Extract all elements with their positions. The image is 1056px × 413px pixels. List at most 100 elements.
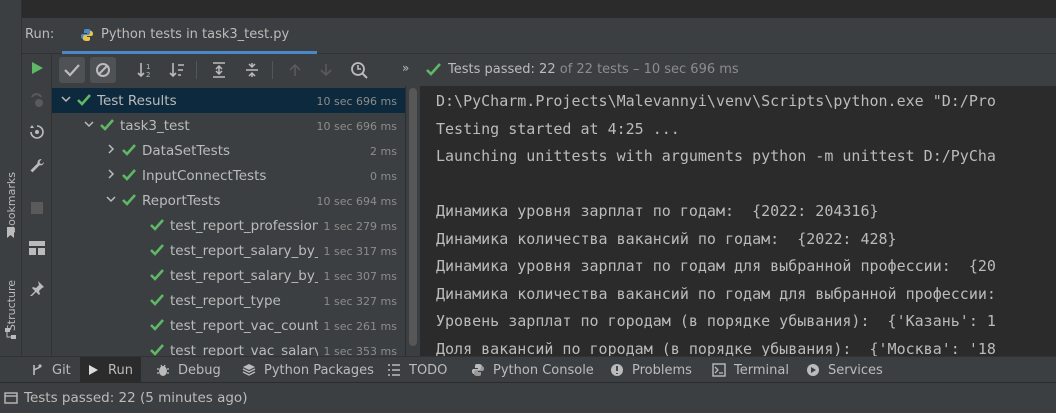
status-icon[interactable] xyxy=(4,391,18,405)
run-panel-header: Run: Python tests in task3_test.py xyxy=(22,18,1056,54)
test-results-tree[interactable]: Test Results 10 sec 696 ms task3_test 10 se… xyxy=(52,86,405,356)
pass-check-icon xyxy=(150,319,164,331)
pin-icon xyxy=(30,281,44,296)
arrow-up-icon xyxy=(289,63,301,76)
tool-tab-label: Python Packages xyxy=(264,362,374,378)
expand-all-icon xyxy=(213,62,225,78)
tree-item-name: test_report_type xyxy=(170,293,281,309)
tool-tab-services[interactable]: Services xyxy=(800,357,891,383)
tree-item-duration: 1 sec 327 ms xyxy=(323,295,397,308)
tree-row[interactable]: InputConnectTests 0 ms xyxy=(52,163,405,188)
tool-tab-todo[interactable]: TODO xyxy=(381,357,455,383)
test-history-button[interactable] xyxy=(346,57,372,83)
sort-by-duration-button[interactable] xyxy=(164,57,190,83)
tool-tab-problems[interactable]: Problems xyxy=(604,357,700,383)
pass-check-icon xyxy=(150,269,164,281)
tree-row[interactable]: test_report_type 1 sec 327 ms xyxy=(52,288,405,313)
show-passed-toggle[interactable] xyxy=(59,57,85,83)
tree-row[interactable]: test_report_profession 1 sec 279 ms xyxy=(52,213,405,238)
pass-check-icon xyxy=(122,169,136,181)
tree-row[interactable]: task3_test 10 sec 696 ms xyxy=(52,113,405,138)
tree-row[interactable]: ReportTests 10 sec 694 ms xyxy=(52,188,405,213)
packages-icon xyxy=(242,364,256,376)
tool-tab-terminal[interactable]: Terminal xyxy=(706,357,797,383)
run-config-tab[interactable]: Python tests in task3_test.py xyxy=(62,18,317,54)
tree-item-duration: 1 sec 317 ms xyxy=(323,245,397,258)
auto-test-icon xyxy=(30,125,44,139)
toggle-auto-test-button[interactable] xyxy=(29,124,45,140)
tree-row[interactable]: DataSetTests 2 ms xyxy=(52,138,405,163)
expand-all-button[interactable] xyxy=(206,57,232,83)
chevron-right-double-icon[interactable]: » xyxy=(402,61,409,75)
tree-item-name: InputConnectTests xyxy=(142,168,267,184)
status-message[interactable]: Tests passed: 22 (5 minutes ago) xyxy=(24,390,247,406)
python-test-icon xyxy=(81,29,93,41)
tree-item-duration: 10 sec 696 ms xyxy=(316,120,397,133)
left-tool-strip: Bookmarks Structure xyxy=(0,18,22,382)
tool-tab-debug[interactable]: Debug xyxy=(150,357,229,383)
tool-tab-python-console[interactable]: Python Console xyxy=(465,357,602,383)
console-output[interactable]: D:\PyCharm.Projects\Malevannyi\venv\Scri… xyxy=(421,86,1056,356)
sort-duration-icon xyxy=(169,63,184,78)
chevron-right-icon[interactable] xyxy=(105,143,117,155)
console-line: Launching unittests with arguments pytho… xyxy=(436,147,996,165)
tree-item-name: test_report_vac_salary xyxy=(170,343,318,356)
console-line: Testing started at 4:25 ... xyxy=(436,119,680,138)
arrow-down-icon xyxy=(320,64,332,77)
tool-tab-label: Debug xyxy=(178,362,221,378)
sort-alphabetically-button[interactable]: 1 2 xyxy=(132,57,158,83)
list-icon xyxy=(388,364,400,376)
chevron-down-icon[interactable] xyxy=(105,193,117,205)
chevron-down-icon[interactable] xyxy=(60,93,72,105)
tree-row[interactable]: test_report_vac_counts 1 sec 261 ms xyxy=(52,313,405,338)
ignored-icon xyxy=(96,63,110,77)
tool-tab-git[interactable]: Git xyxy=(24,357,79,383)
services-icon xyxy=(807,364,819,376)
stop-button[interactable] xyxy=(29,200,45,216)
run-actions-column xyxy=(22,54,52,382)
tool-tab-label: Run xyxy=(108,362,133,378)
rerun-failed-icon xyxy=(31,93,43,107)
pass-check-icon xyxy=(122,144,136,156)
tree-item-name: test_report_profession xyxy=(170,218,318,234)
tree-vertical-scrollbar[interactable] xyxy=(406,86,420,356)
tree-row[interactable]: test_report_vac_salary 1 sec 353 ms xyxy=(52,338,405,356)
python-icon xyxy=(472,364,484,376)
tree-row[interactable]: test_report_salary_by_c 1 sec 317 ms xyxy=(52,238,405,263)
tree-item-duration: 1 sec 307 ms xyxy=(323,270,397,283)
tree-item-name: test_report_vac_counts xyxy=(170,318,318,334)
tool-tab-python-packages[interactable]: Python Packages xyxy=(236,357,382,383)
rerun-button[interactable] xyxy=(29,60,45,76)
chevron-down-icon[interactable] xyxy=(83,118,95,130)
wrench-icon xyxy=(30,159,44,173)
run-label: Run: xyxy=(25,27,55,42)
terminal-icon xyxy=(712,363,726,377)
tree-item-name: task3_test xyxy=(120,118,190,134)
svg-text:2: 2 xyxy=(146,71,150,78)
sort-alpha-icon: 1 2 xyxy=(137,63,150,78)
settings-button[interactable] xyxy=(29,158,45,174)
collapse-all-button[interactable] xyxy=(239,57,265,83)
tree-row[interactable]: Test Results 10 sec 696 ms xyxy=(52,88,405,113)
tool-tab-run[interactable]: Run xyxy=(80,357,141,383)
previous-failed-button[interactable] xyxy=(282,57,308,83)
test-runner-toolbar: 1 2 » Tests passed: 22 of 22 tests – 10 xyxy=(52,54,1056,86)
tree-item-name: test_report_salary_by_y xyxy=(170,268,318,284)
layout-button[interactable] xyxy=(29,240,45,256)
console-line: Динамика уровня зарплат по годам: {2022:… xyxy=(436,202,879,220)
structure-icon xyxy=(5,328,16,339)
bookmarks-side-tab[interactable]: Bookmarks xyxy=(0,148,22,258)
next-failed-button[interactable] xyxy=(313,57,339,83)
pass-check-icon xyxy=(150,244,164,256)
chevron-right-icon[interactable] xyxy=(105,168,117,180)
status-bar: Tests passed: 22 (5 minutes ago) xyxy=(0,382,1056,413)
pin-tab-button[interactable] xyxy=(29,280,45,296)
tests-summary: Tests passed: 22 of 22 tests – 10 sec 69… xyxy=(448,62,739,77)
rerun-failed-button[interactable] xyxy=(29,92,45,108)
show-ignored-toggle[interactable] xyxy=(90,57,116,83)
tree-row[interactable]: test_report_salary_by_y 1 sec 307 ms xyxy=(52,263,405,288)
tool-window-bar: Git Run Debug Python Packages TODO Python Con… xyxy=(0,356,1056,383)
run-tab-title: Python tests in task3_test.py xyxy=(101,27,290,42)
tree-item-name: test_report_salary_by_c xyxy=(170,243,318,259)
tool-tab-label: TODO xyxy=(409,362,448,378)
